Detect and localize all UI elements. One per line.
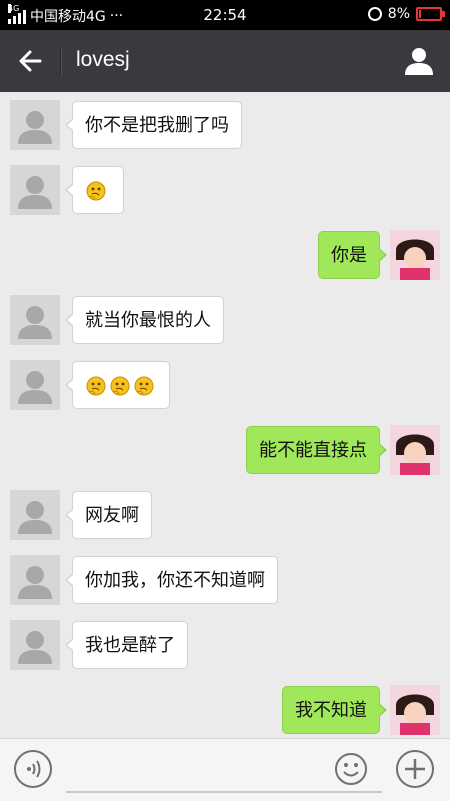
message-incoming: 就当你最恨的人 <box>0 295 450 347</box>
status-bar: 4G 中国移动4G ··· 22:54 8% <box>0 0 450 30</box>
message-bubble[interactable]: 我也是醉了 <box>65 621 188 669</box>
message-text: 你加我，你还不知道啊 <box>85 570 265 591</box>
message-text: 我也是醉了 <box>85 635 175 656</box>
chat-title: lovesj <box>76 48 130 71</box>
message-incoming <box>0 360 450 412</box>
default-avatar-icon <box>18 501 52 534</box>
emoji-button[interactable] <box>334 752 368 786</box>
user-photo-icon <box>390 685 440 735</box>
back-button[interactable] <box>10 40 52 82</box>
more-actions-button[interactable] <box>396 750 434 788</box>
contact-avatar[interactable] <box>10 100 60 150</box>
user-photo-icon <box>390 230 440 280</box>
thinking-emoji-icon <box>110 376 130 396</box>
voice-icon <box>27 760 41 778</box>
status-right: 8% <box>367 6 445 22</box>
contact-avatar[interactable] <box>10 620 60 670</box>
message-outgoing: 能不能直接点 <box>0 425 450 477</box>
message-list[interactable]: 你不是把我删了吗 你是 就当你最恨的人 能不能直接点 网友啊 你加我，你还不知道… <box>0 92 450 738</box>
contact-avatar[interactable] <box>10 555 60 605</box>
message-bubble[interactable]: 你加我，你还不知道啊 <box>65 556 278 604</box>
my-avatar[interactable] <box>390 685 440 735</box>
thinking-emoji-icon <box>86 181 106 201</box>
contact-avatar[interactable] <box>10 360 60 410</box>
message-incoming: 你加我，你还不知道啊 <box>0 555 450 607</box>
plus-icon <box>405 759 425 779</box>
message-incoming: 你不是把我删了吗 <box>0 100 450 152</box>
header-divider <box>60 47 62 75</box>
message-outgoing: 我不知道 <box>0 685 450 737</box>
chat-info-button[interactable] <box>402 44 436 78</box>
default-avatar-icon <box>18 566 52 599</box>
contact-avatar[interactable] <box>10 295 60 345</box>
message-text: 网友啊 <box>85 505 139 526</box>
battery-percent: 8% <box>387 6 410 22</box>
message-bubble[interactable]: 我不知道 <box>282 686 387 734</box>
message-incoming: 网友啊 <box>0 490 450 542</box>
default-avatar-icon <box>18 631 52 664</box>
alarm-icon <box>367 7 382 21</box>
message-text: 就当你最恨的人 <box>85 310 211 331</box>
contact-avatar[interactable] <box>10 490 60 540</box>
battery-icon <box>416 7 445 21</box>
message-text: 我不知道 <box>295 700 367 721</box>
message-bubble[interactable] <box>65 361 170 409</box>
my-avatar[interactable] <box>390 230 440 280</box>
message-outgoing: 你是 <box>0 230 450 282</box>
arrow-left-icon <box>19 50 42 72</box>
smiley-icon <box>335 753 367 785</box>
message-bubble[interactable]: 你是 <box>318 231 387 279</box>
message-bubble[interactable]: 网友啊 <box>65 491 152 539</box>
default-avatar-icon <box>18 176 52 209</box>
person-icon <box>405 48 433 75</box>
message-text: 你不是把我删了吗 <box>85 115 229 136</box>
my-avatar[interactable] <box>390 425 440 475</box>
thinking-emoji-icon <box>86 376 106 396</box>
input-bar <box>0 738 450 801</box>
default-avatar-icon <box>18 371 52 404</box>
user-photo-icon <box>390 425 440 475</box>
default-avatar-icon <box>18 111 52 144</box>
message-bubble[interactable] <box>65 166 124 214</box>
chat-header: lovesj <box>0 30 450 92</box>
message-incoming <box>0 165 450 217</box>
message-bubble[interactable]: 就当你最恨的人 <box>65 296 224 344</box>
thinking-emoji-icon <box>134 376 154 396</box>
message-bubble[interactable]: 你不是把我删了吗 <box>65 101 242 149</box>
default-avatar-icon <box>18 306 52 339</box>
message-text: 能不能直接点 <box>259 440 367 461</box>
message-incoming: 我也是醉了 <box>0 620 450 672</box>
voice-button[interactable] <box>14 750 52 788</box>
contact-avatar[interactable] <box>10 165 60 215</box>
battery-fill <box>419 10 421 18</box>
message-text: 你是 <box>331 245 367 266</box>
message-bubble[interactable]: 能不能直接点 <box>246 426 387 474</box>
